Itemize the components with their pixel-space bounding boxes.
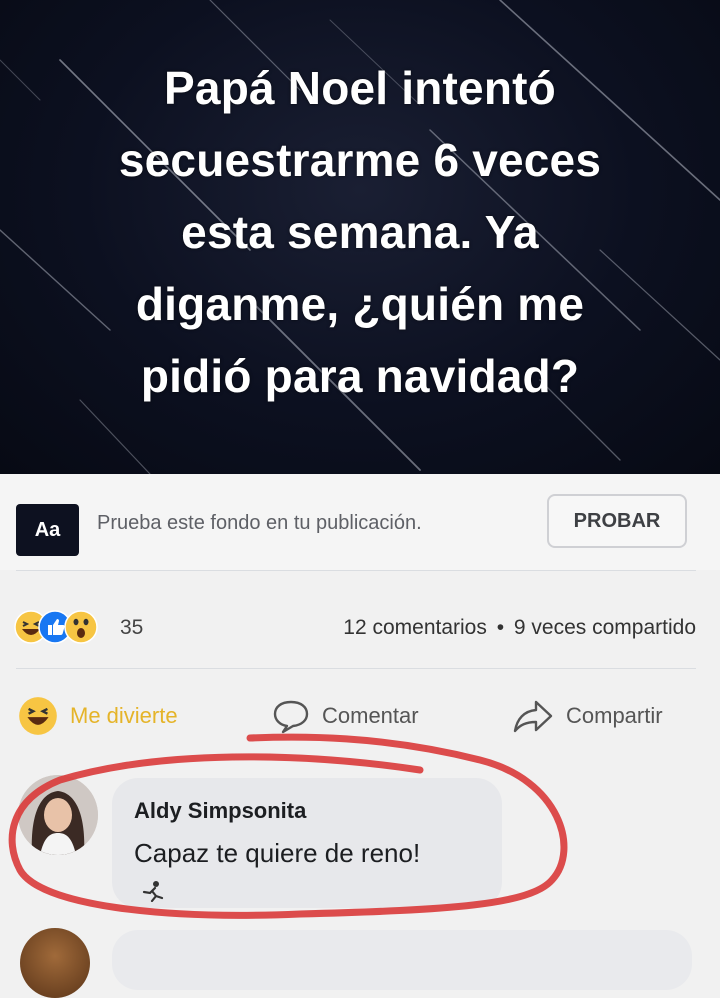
post-text-line: secuestrarme 6 veces [118, 134, 602, 186]
comment-bubble: Aldy Simpsonita Capaz te quiere de reno! [112, 778, 502, 908]
reaction-label: Me divierte [70, 703, 178, 728]
share-arrow-icon [513, 700, 553, 733]
reaction-button[interactable]: Me divierte [18, 694, 178, 738]
post-action-row: Me divierte Comentar Compartir [0, 672, 720, 758]
comments-shares-summary: 12 comentarios • 9 veces compartido [343, 616, 696, 640]
post-text-line: Papá Noel intentó [164, 62, 556, 114]
post-text-line: diganme, ¿quién me [135, 278, 585, 330]
comment-author[interactable]: Aldy Simpsonita [134, 798, 306, 824]
comment-text: Capaz te quiere de reno! [134, 838, 421, 868]
reaction-count[interactable]: 35 [120, 616, 143, 640]
try-background-bar: Aa Prueba este fondo en tu publicación. … [0, 474, 720, 570]
post-text-line: esta semana. Ya [181, 206, 539, 258]
background-thumbnail[interactable]: Aa [16, 504, 79, 556]
reaction-summary[interactable] [14, 610, 114, 644]
post-background-banner: Papá Noel intentó secuestrarme 6 veces e… [0, 0, 720, 474]
reaction-stats-row: 35 12 comentarios • 9 veces compartido [0, 590, 720, 660]
stats-separator: • [496, 616, 505, 639]
shares-count-link[interactable]: 9 veces compartido [514, 616, 696, 639]
comment-button[interactable]: Comentar [272, 694, 419, 738]
share-button[interactable]: Compartir [512, 694, 663, 738]
try-background-prompt: Prueba este fondo en tu publicación. [97, 512, 422, 534]
post-text-line: pidió para navidad? [140, 350, 580, 402]
comment-bubble-icon [273, 700, 309, 734]
share-label: Compartir [566, 703, 663, 728]
avatar[interactable] [20, 928, 90, 998]
comments-count-link[interactable]: 12 comentarios [343, 616, 487, 639]
divider [16, 668, 696, 669]
post-background-text: Papá Noel intentó secuestrarme 6 veces e… [30, 52, 690, 412]
haha-icon [19, 697, 57, 735]
profile-photo [18, 775, 98, 855]
wow-icon [64, 610, 98, 644]
divider [16, 570, 696, 571]
avatar[interactable] [18, 775, 98, 855]
comment-bubble [112, 930, 692, 990]
running-emoji-icon [142, 881, 164, 902]
comment-label: Comentar [322, 703, 419, 728]
try-background-button[interactable]: PROBAR [547, 494, 687, 548]
